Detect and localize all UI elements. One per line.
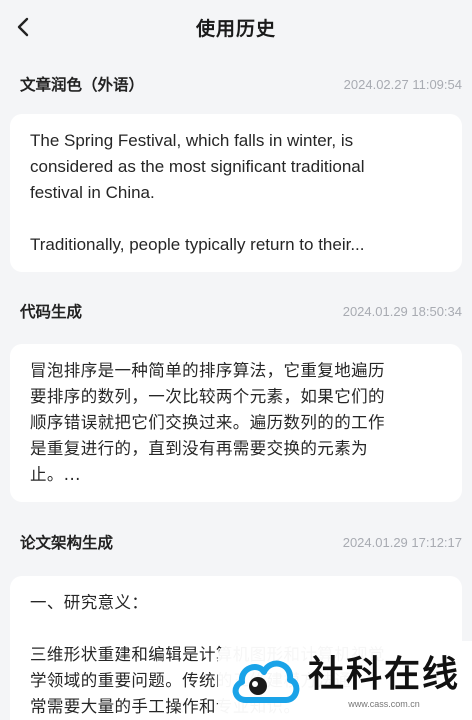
- page-title: 使用历史: [195, 17, 276, 40]
- back-button[interactable]: [6, 10, 40, 44]
- history-item-type: 文章润色（外语）: [20, 76, 145, 94]
- watermark-url: www.cass.com.cn: [348, 698, 420, 709]
- history-item-header: 论文架构生成 2024.01.29 17:12:17: [10, 502, 462, 576]
- preview-line: 一、研究意义：: [30, 593, 149, 612]
- watermark-text: 社科在线 www.cass.com.cn: [308, 653, 460, 709]
- preview-line: considered as the most significant tradi…: [30, 157, 365, 176]
- preview-line: festival in China.: [30, 183, 155, 202]
- preview-line: 冒泡排序是一种简单的排序算法，它重复地遍历: [30, 361, 385, 380]
- preview-line: 要排序的数列，一次比较两个元素，如果它们的: [30, 387, 385, 406]
- history-item-type: 代码生成: [20, 303, 83, 321]
- preview-line: Traditionally, people typically return t…: [30, 235, 365, 254]
- cloud-logo-icon: [232, 660, 300, 703]
- watermark: 社科在线 www.cass.com.cn: [218, 641, 472, 720]
- history-item-header: 文章润色（外语） 2024.02.27 11:09:54: [10, 54, 462, 114]
- history-item-card[interactable]: The Spring Festival, which falls in wint…: [10, 114, 462, 272]
- preview-line: 顺序错误就把它们交换过来。遍历数列的的工作: [30, 413, 385, 432]
- history-item-header: 代码生成 2024.01.29 18:50:34: [10, 272, 462, 344]
- chevron-left-icon: [17, 17, 29, 37]
- top-bar: 使用历史: [0, 0, 472, 54]
- history-item: 文章润色（外语） 2024.02.27 11:09:54 The Spring …: [10, 54, 462, 272]
- history-item-time: 2024.01.29 17:12:17: [342, 534, 462, 550]
- preview-line: The Spring Festival, which falls in wint…: [30, 131, 354, 150]
- history-item-time: 2024.02.27 11:09:54: [343, 76, 462, 92]
- history-item-card[interactable]: 冒泡排序是一种简单的排序算法，它重复地遍历 要排序的数列，一次比较两个元素，如果…: [10, 344, 462, 502]
- preview-line: 是重复进行的，直到没有再需要交换的元素为: [30, 439, 368, 458]
- history-item: 代码生成 2024.01.29 18:50:34 冒泡排序是一种简单的排序算法，…: [10, 272, 462, 502]
- watermark-title: 社科在线: [308, 653, 461, 695]
- history-item-type: 论文架构生成: [20, 534, 114, 552]
- history-list: 文章润色（外语） 2024.02.27 11:09:54 The Spring …: [0, 54, 472, 720]
- preview-line: 止。...: [30, 465, 81, 484]
- history-item-time: 2024.01.29 18:50:34: [342, 303, 462, 319]
